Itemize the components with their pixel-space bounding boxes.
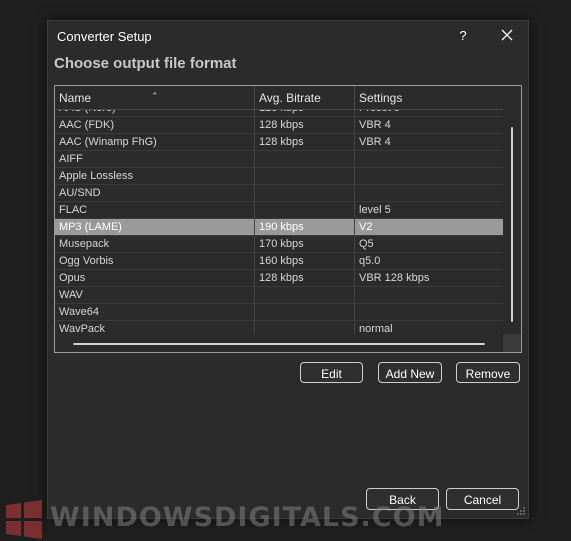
table-row[interactable]: Ogg Vorbis 160 kbps q5.0 <box>55 253 503 270</box>
cell-settings: Q5 <box>359 238 374 250</box>
cell-bitrate: 128 kbps <box>255 117 355 133</box>
watermark: WindowsDigitals.com <box>0 496 571 541</box>
table-row[interactable]: Apple Lossless <box>55 168 503 185</box>
list-header: ⌃ Name Avg. Bitrate Settings <box>55 86 503 110</box>
cell-settings: V2 <box>359 221 373 233</box>
table-row[interactable]: Musepack 170 kbps Q5 <box>55 236 503 253</box>
cell-bitrate: 128 kbps <box>255 270 355 286</box>
column-header-name[interactable]: ⌃ Name <box>55 86 255 109</box>
cell-bitrate <box>255 202 355 218</box>
cell-bitrate: 128 kbps <box>255 134 355 150</box>
cell-settings: VBR 128 kbps <box>359 272 430 284</box>
help-button[interactable]: ? <box>455 25 471 47</box>
column-header-label: Avg. Bitrate <box>259 91 321 105</box>
cell-bitrate <box>255 287 355 303</box>
title-bar: Converter Setup ? <box>48 21 528 51</box>
cell-settings <box>355 185 503 201</box>
windows-logo-icon <box>6 500 42 539</box>
cell-name: AAC (FDK) <box>55 117 255 133</box>
cell-settings: VBR 4 <box>359 119 391 131</box>
edit-button[interactable]: Edit <box>300 362 363 383</box>
cell-settings: level 5 <box>359 204 391 216</box>
table-row[interactable]: Wave64 <box>55 304 503 321</box>
horizontal-scroll-thumb[interactable] <box>73 343 485 345</box>
close-button[interactable] <box>495 25 519 47</box>
table-row[interactable]: Opus 128 kbps VBR 128 kbps <box>55 270 503 287</box>
column-header-bitrate[interactable]: Avg. Bitrate <box>255 86 355 109</box>
table-row[interactable]: AU/SND <box>55 185 503 202</box>
scrollbar-corner <box>503 334 521 352</box>
cell-name: FLAC <box>55 202 255 218</box>
cell-name: Opus <box>55 270 255 286</box>
cell-bitrate <box>255 185 355 201</box>
cell-bitrate <box>255 151 355 167</box>
cell-name: AIFF <box>55 151 255 167</box>
table-row[interactable]: FLAC level 5 <box>55 202 503 219</box>
cell-settings <box>355 168 503 184</box>
add-new-button[interactable]: Add New <box>378 362 442 383</box>
cell-name: Musepack <box>55 236 255 252</box>
cell-bitrate: 190 kbps <box>255 219 355 235</box>
cell-settings <box>355 287 503 303</box>
column-header-label: Name <box>59 91 92 105</box>
cell-bitrate: 170 kbps <box>255 236 355 252</box>
table-row[interactable]: AAC (FDK) 128 kbps VBR 4 <box>55 117 503 134</box>
remove-button[interactable]: Remove <box>456 362 520 383</box>
window-title: Converter Setup <box>57 29 152 44</box>
cell-name: Ogg Vorbis <box>55 253 255 269</box>
cell-name: WAV <box>55 287 255 303</box>
cell-name: MP3 (LAME) <box>55 219 255 235</box>
cell-bitrate <box>255 304 355 320</box>
cell-settings <box>355 151 503 167</box>
cell-name: AAC (Winamp FhG) <box>55 134 255 150</box>
table-row[interactable]: AAC (Winamp FhG) 128 kbps VBR 4 <box>55 134 503 151</box>
cell-bitrate <box>255 168 355 184</box>
horizontal-scrollbar[interactable] <box>55 334 503 352</box>
cell-settings: VBR 4 <box>359 136 391 148</box>
column-header-label: Settings <box>359 91 403 105</box>
vertical-scrollbar[interactable] <box>503 109 521 334</box>
format-list[interactable]: ⌃ Name Avg. Bitrate Settings AAC (Nero) … <box>54 85 522 353</box>
cell-name: Wave64 <box>55 304 255 320</box>
sort-ascending-icon: ⌃ <box>151 91 159 101</box>
cell-settings: q5.0 <box>359 255 381 267</box>
cell-name: AU/SND <box>55 185 255 201</box>
vertical-scroll-thumb[interactable] <box>511 127 513 322</box>
table-row[interactable]: WAV <box>55 287 503 304</box>
page-heading: Choose output file format <box>54 55 237 72</box>
cell-settings <box>355 304 503 320</box>
column-header-settings[interactable]: Settings <box>355 86 503 109</box>
table-row[interactable]: MP3 (LAME) 190 kbps V2 <box>55 219 503 236</box>
converter-setup-dialog: Converter Setup ? Choose output file for… <box>47 20 529 519</box>
cell-bitrate: 160 kbps <box>255 253 355 269</box>
watermark-text: WindowsDigitals.com <box>50 502 445 533</box>
cell-name: Apple Lossless <box>55 168 255 184</box>
close-icon <box>501 29 513 41</box>
list-rows: AAC (Nero) 128 kbps Preset 5 AAC (FDK)12… <box>55 100 503 338</box>
table-row[interactable]: AIFF <box>55 151 503 168</box>
